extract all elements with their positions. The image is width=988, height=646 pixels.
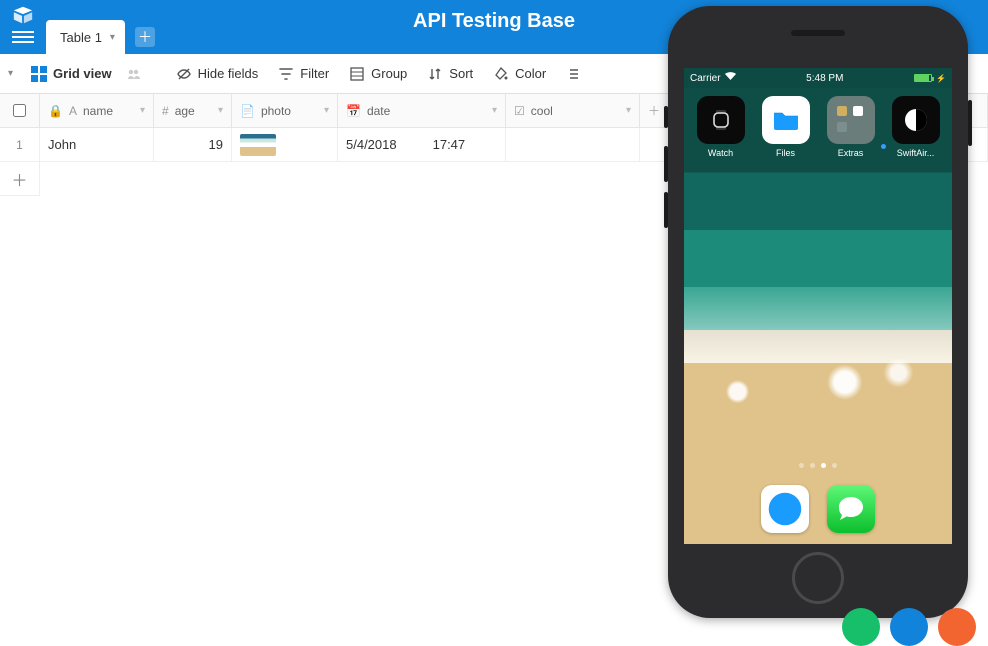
- cell-name[interactable]: John: [40, 128, 154, 161]
- dock: [684, 474, 952, 544]
- col-label: photo: [261, 104, 291, 118]
- app-messages[interactable]: [827, 485, 875, 533]
- loading-dot-icon: [881, 144, 886, 149]
- fab-green[interactable]: [842, 608, 880, 646]
- time-value: 17:47: [433, 137, 466, 152]
- power-button[interactable]: [968, 100, 972, 146]
- color-button[interactable]: Color: [487, 62, 552, 86]
- app-files[interactable]: Files: [758, 96, 814, 158]
- sort-icon: [427, 66, 443, 82]
- view-menu-chevron-icon[interactable]: ▾: [8, 68, 13, 79]
- col-label: date: [367, 104, 390, 118]
- number-type-icon: #: [162, 104, 169, 118]
- cell-date[interactable]: 5/4/2018 17:47: [338, 128, 506, 161]
- row-number: 1: [0, 128, 40, 161]
- table-tab[interactable]: Table 1 ▾: [46, 20, 125, 54]
- status-bar: Carrier 5:48 PM ⚡: [684, 68, 952, 88]
- app-label: SwiftAir...: [897, 148, 935, 158]
- charging-icon: ⚡: [936, 74, 946, 83]
- hide-icon: [176, 66, 192, 82]
- lock-icon: 🔒: [48, 104, 63, 118]
- share-view-icon[interactable]: [126, 66, 142, 82]
- column-age[interactable]: # age ▾: [154, 94, 232, 127]
- clock: 5:48 PM: [806, 73, 843, 84]
- select-all-checkbox[interactable]: [0, 94, 40, 127]
- row-height-icon: [566, 66, 582, 82]
- sort-label: Sort: [449, 66, 473, 81]
- add-table-button[interactable]: ＋: [135, 27, 155, 47]
- hide-fields-button[interactable]: Hide fields: [170, 62, 265, 86]
- cell-cool[interactable]: [506, 128, 640, 161]
- color-label: Color: [515, 66, 546, 81]
- filter-icon: [278, 66, 294, 82]
- home-button[interactable]: [792, 552, 844, 604]
- col-label: name: [83, 104, 113, 118]
- row-height-button[interactable]: [560, 62, 588, 86]
- group-label: Group: [371, 66, 407, 81]
- chevron-down-icon[interactable]: ▾: [324, 105, 329, 116]
- battery-icon: [914, 74, 932, 82]
- chevron-down-icon: ▾: [110, 32, 115, 43]
- fab-blue[interactable]: [890, 608, 928, 646]
- col-label: cool: [531, 104, 553, 118]
- sidebar-toggle-icon[interactable]: [12, 26, 34, 48]
- view-label: Grid view: [53, 66, 112, 81]
- files-icon: [762, 96, 810, 144]
- date-type-icon: 📅: [346, 104, 361, 118]
- fab-row: [842, 608, 976, 646]
- speaker-grille: [791, 30, 845, 36]
- date-value: 5/4/2018: [346, 137, 397, 152]
- home-screen-apps: Watch Files: [684, 96, 952, 158]
- chevron-down-icon[interactable]: ▾: [492, 105, 497, 116]
- volume-up-button[interactable]: [664, 146, 668, 182]
- fab-orange[interactable]: [938, 608, 976, 646]
- group-icon: [349, 66, 365, 82]
- phone-screen[interactable]: Carrier 5:48 PM ⚡: [684, 68, 952, 544]
- app-label: Extras: [838, 148, 864, 158]
- grid-view-icon: [31, 66, 47, 82]
- group-button[interactable]: Group: [343, 62, 413, 86]
- tab-label: Table 1: [60, 30, 102, 45]
- filter-label: Filter: [300, 66, 329, 81]
- checkbox-type-icon: ☑: [514, 104, 525, 118]
- column-photo[interactable]: 📄 photo ▾: [232, 94, 338, 127]
- add-row-button[interactable]: ＋: [0, 162, 40, 196]
- color-icon: [493, 66, 509, 82]
- column-cool[interactable]: ☑ cool ▾: [506, 94, 640, 127]
- cell-age[interactable]: 19: [154, 128, 232, 161]
- view-switcher[interactable]: Grid view: [25, 62, 118, 86]
- folder-icon: [827, 96, 875, 144]
- column-name[interactable]: 🔒 A name ▾: [40, 94, 154, 127]
- chevron-down-icon[interactable]: ▾: [626, 105, 631, 116]
- hide-fields-label: Hide fields: [198, 66, 259, 81]
- app-extras-folder[interactable]: Extras: [823, 96, 879, 158]
- cell-photo[interactable]: [232, 128, 338, 161]
- checkbox[interactable]: [13, 104, 26, 117]
- col-label: age: [175, 104, 195, 118]
- swiftair-icon: [892, 96, 940, 144]
- phone-simulator: Carrier 5:48 PM ⚡: [668, 6, 986, 636]
- app-watch[interactable]: Watch: [693, 96, 749, 158]
- app-safari[interactable]: [761, 485, 809, 533]
- app-label: Watch: [708, 148, 733, 158]
- wifi-icon: [725, 72, 736, 84]
- wallpaper: Carrier 5:48 PM ⚡: [684, 68, 952, 544]
- app-swiftair[interactable]: SwiftAir...: [888, 96, 944, 158]
- text-type-icon: A: [69, 104, 77, 118]
- phone-body: Carrier 5:48 PM ⚡: [668, 6, 968, 618]
- column-date[interactable]: 📅 date ▾: [338, 94, 506, 127]
- filter-button[interactable]: Filter: [272, 62, 335, 86]
- app-label: Files: [776, 148, 795, 158]
- photo-thumbnail[interactable]: [240, 134, 276, 156]
- watch-icon: [697, 96, 745, 144]
- chevron-down-icon[interactable]: ▾: [218, 105, 223, 116]
- attachment-type-icon: 📄: [240, 104, 255, 118]
- carrier-label: Carrier: [690, 73, 721, 84]
- chevron-down-icon[interactable]: ▾: [140, 105, 145, 116]
- sort-button[interactable]: Sort: [421, 62, 479, 86]
- volume-down-button[interactable]: [664, 192, 668, 228]
- silent-switch[interactable]: [664, 106, 668, 128]
- page-indicator[interactable]: [684, 463, 952, 468]
